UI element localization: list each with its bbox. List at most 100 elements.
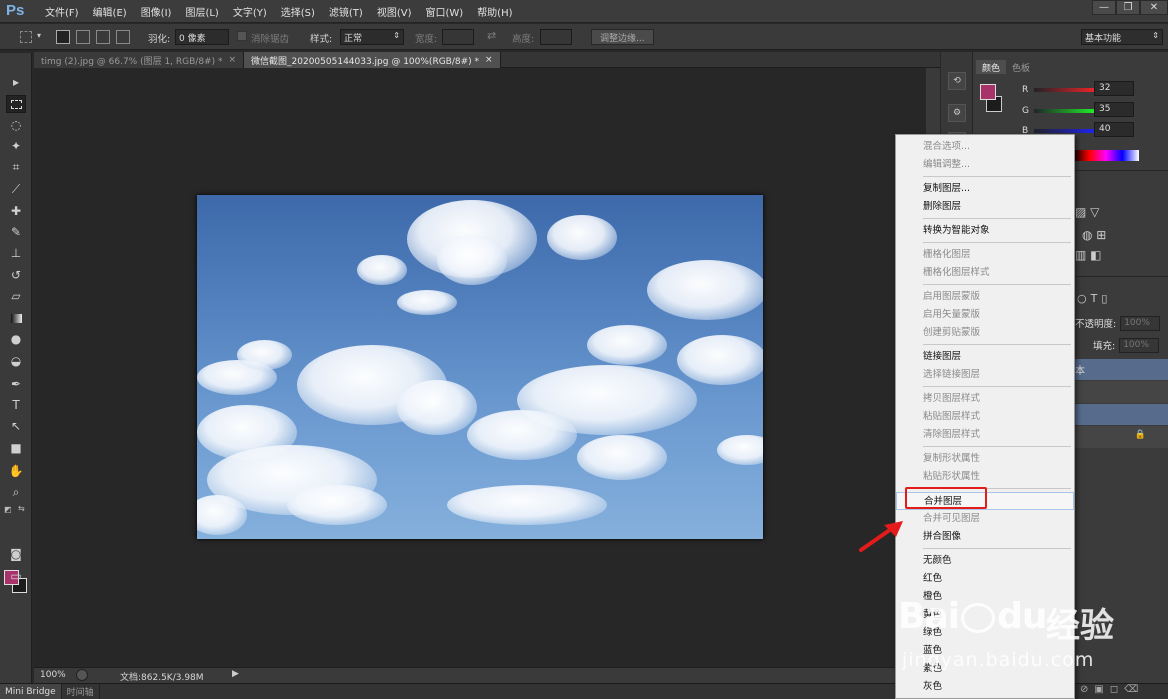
subtract-selection-icon[interactable] xyxy=(96,30,110,44)
gradient-tool-icon[interactable] xyxy=(6,309,26,327)
layer-filter-icons[interactable]: ○T▯ xyxy=(1077,292,1111,305)
context-menu-item[interactable]: 灰色 xyxy=(896,678,1074,696)
tab-mini-bridge[interactable]: Mini Bridge xyxy=(0,684,62,699)
menu-item[interactable]: 选择(S) xyxy=(274,4,322,19)
menu-item[interactable]: 文件(F) xyxy=(38,4,86,19)
magic-wand-tool-icon[interactable]: ✦ xyxy=(6,137,26,155)
context-menu-item[interactable]: 复制形状属性 xyxy=(896,450,1074,468)
status-menu-arrow-icon[interactable]: ▶ xyxy=(232,669,239,679)
menu-item[interactable]: 帮助(H) xyxy=(470,4,519,19)
shape-tool-icon[interactable]: ■ xyxy=(6,439,26,457)
document-image[interactable] xyxy=(197,195,763,539)
tab-timeline[interactable]: 时间轴 xyxy=(62,684,100,699)
dodge-tool-icon[interactable]: ◒ xyxy=(6,352,26,370)
context-menu-item[interactable]: 复制图层... xyxy=(896,180,1074,198)
context-menu-item[interactable]: 合并可见图层 xyxy=(896,510,1074,528)
color-panel-foreground-swatch[interactable] xyxy=(980,84,996,100)
swap-icon[interactable]: ⇄ xyxy=(487,29,496,45)
context-menu-item[interactable]: 橙色 xyxy=(896,588,1074,606)
intersect-selection-icon[interactable] xyxy=(116,30,130,44)
blue-value[interactable]: 40 xyxy=(1094,122,1134,137)
context-menu-item[interactable]: 红色 xyxy=(896,570,1074,588)
green-value[interactable]: 35 xyxy=(1094,102,1134,117)
swap-colors-icon[interactable]: ⇆ xyxy=(18,504,25,513)
adjustments-icons-row2[interactable]: ◍ ⊞ xyxy=(1082,228,1106,242)
context-menu-item[interactable]: 拼合图像 xyxy=(896,528,1074,546)
clone-stamp-tool-icon[interactable]: ⊥ xyxy=(6,244,26,262)
fill-input[interactable]: 100% xyxy=(1119,337,1160,353)
close-tab-icon[interactable]: × xyxy=(485,55,493,65)
context-menu-item[interactable]: 绿色 xyxy=(896,624,1074,642)
menu-item[interactable]: 滤镜(T) xyxy=(322,4,370,19)
height-input[interactable] xyxy=(540,29,572,45)
adjustments-icons[interactable]: ▨ ▽ xyxy=(1075,205,1099,219)
history-brush-tool-icon[interactable]: ↺ xyxy=(6,266,26,284)
context-menu-item[interactable]: 黄色 xyxy=(896,606,1074,624)
zoom-level[interactable]: 100% xyxy=(40,670,66,680)
context-menu-item[interactable]: 启用矢量蒙版 xyxy=(896,306,1074,324)
green-slider[interactable]: G 35 xyxy=(1022,102,1134,118)
context-menu-item[interactable]: 编辑调整... xyxy=(896,156,1074,174)
restore-button[interactable]: ❐ xyxy=(1116,0,1140,15)
rect-marquee-preset-icon[interactable] xyxy=(20,31,32,43)
context-menu-item[interactable]: 粘贴形状属性 xyxy=(896,468,1074,486)
menu-item[interactable]: 文字(Y) xyxy=(226,4,274,19)
background-layer-row[interactable]: 🔒 xyxy=(1075,426,1168,448)
crop-tool-icon[interactable]: ⌗ xyxy=(6,158,26,176)
eraser-tool-icon[interactable]: ▱ xyxy=(6,287,26,305)
layer-row[interactable] xyxy=(1075,381,1168,403)
eyedropper-tool-icon[interactable]: ⟋ xyxy=(6,180,26,198)
lasso-tool-icon[interactable]: ◌ xyxy=(6,116,26,134)
context-menu-item[interactable]: 栅格化图层样式 xyxy=(896,264,1074,282)
add-selection-icon[interactable] xyxy=(76,30,90,44)
properties-panel-icon[interactable]: ⚙ xyxy=(948,104,966,122)
layers-footer-icons[interactable]: ⊘▣◻⌫ xyxy=(1080,684,1144,695)
menu-item[interactable]: 视图(V) xyxy=(370,4,419,19)
status-info-icon[interactable] xyxy=(76,669,88,681)
context-menu-item[interactable]: 无颜色 xyxy=(896,552,1074,570)
type-tool-icon[interactable]: T xyxy=(6,396,26,414)
tab-swatches[interactable]: 色板 xyxy=(1006,60,1036,74)
hand-tool-icon[interactable]: ✋ xyxy=(6,462,26,480)
width-input[interactable] xyxy=(442,29,474,45)
context-menu-item[interactable]: 拷贝图层样式 xyxy=(896,390,1074,408)
workspace-select[interactable]: 基本功能 ⇕ xyxy=(1081,29,1163,45)
tab-wechat-screenshot[interactable]: 微信截图_20200505144033.jpg @ 100%(RGB/8#) *… xyxy=(244,52,501,68)
color-spectrum-bar[interactable] xyxy=(1073,150,1139,161)
context-menu-item[interactable]: 紫色 xyxy=(896,660,1074,678)
feather-input[interactable]: 0 像素 xyxy=(175,29,229,45)
close-window-button[interactable]: ✕ xyxy=(1140,0,1168,15)
context-menu-item[interactable]: 蓝色 xyxy=(896,642,1074,660)
context-menu-item[interactable]: 栅格化图层 xyxy=(896,246,1074,264)
marquee-tool-icon[interactable] xyxy=(6,95,26,113)
healing-brush-tool-icon[interactable]: ✚ xyxy=(6,202,26,220)
menu-item[interactable]: 图像(I) xyxy=(134,4,179,19)
context-menu-item[interactable]: 链接图层 xyxy=(896,348,1074,366)
context-menu-item[interactable]: 清除图层样式 xyxy=(896,426,1074,444)
default-colors-icon[interactable]: ◩ xyxy=(4,505,12,514)
blur-tool-icon[interactable]: ● xyxy=(6,330,26,348)
context-menu-item[interactable]: 混合选项... xyxy=(896,138,1074,156)
adjustments-icons-row3[interactable]: ▥ ◧ xyxy=(1075,248,1102,262)
path-selection-tool-icon[interactable]: ↖ xyxy=(6,417,26,435)
tab-timg[interactable]: timg (2).jpg @ 66.7% (图层 1, RGB/8#) * × xyxy=(34,52,245,68)
quick-mask-icon[interactable]: ◙ xyxy=(6,545,26,563)
pen-tool-icon[interactable]: ✒ xyxy=(6,375,26,393)
minimize-button[interactable]: — xyxy=(1092,0,1116,15)
menu-item[interactable]: 窗口(W) xyxy=(418,4,470,19)
new-selection-icon[interactable] xyxy=(56,30,70,44)
style-select[interactable]: 正常 ⇕ xyxy=(340,29,404,45)
red-value[interactable]: 32 xyxy=(1094,81,1134,96)
context-menu-item[interactable]: 创建剪贴蒙版 xyxy=(896,324,1074,342)
layer-row-selected[interactable]: 本 xyxy=(1075,359,1168,380)
zoom-tool-icon[interactable]: ⌕ xyxy=(6,483,26,501)
red-slider[interactable]: R 32 xyxy=(1022,81,1134,97)
tab-color[interactable]: 颜色 xyxy=(976,60,1007,74)
refine-edge-button[interactable]: 调整边缘... xyxy=(591,29,654,45)
history-panel-icon[interactable]: ⟲ xyxy=(948,72,966,90)
layer-row-selected[interactable] xyxy=(1075,404,1168,425)
antialias-checkbox[interactable] xyxy=(237,31,247,41)
menu-item[interactable]: 编辑(E) xyxy=(86,4,134,19)
brush-tool-icon[interactable]: ✎ xyxy=(6,223,26,241)
context-menu-item[interactable]: 删除图层 xyxy=(896,198,1074,216)
